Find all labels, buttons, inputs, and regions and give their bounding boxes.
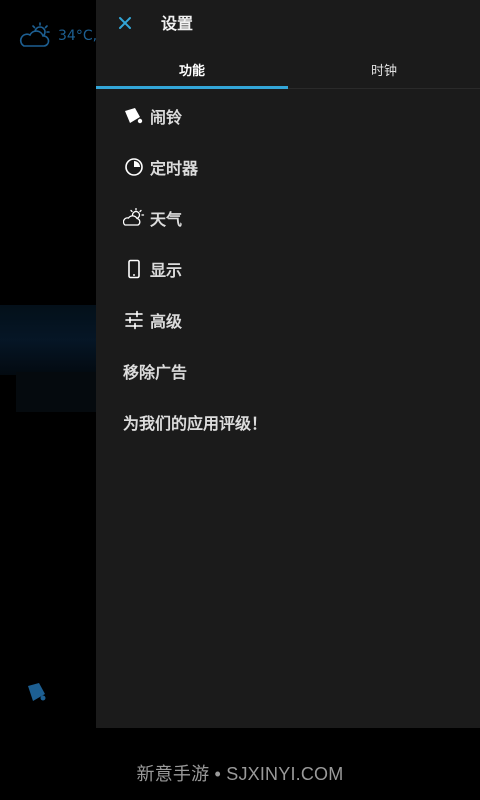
background-image-fragment-lower — [16, 372, 96, 412]
settings-drawer: 设置 功能 时钟 闹铃 定时器 天气 显示 高级 移除广告 为我们的应用评级！ — [96, 0, 480, 728]
menu-item-alarm[interactable]: 闹铃 — [96, 90, 480, 141]
menu-item-display[interactable]: 显示 — [96, 243, 480, 294]
weather-icon — [123, 207, 145, 229]
menu-item-label: 显示 — [150, 260, 183, 280]
menu-item-label: 高级 — [150, 311, 183, 331]
bell-icon — [123, 105, 145, 127]
watermark-text: 新意手游 • SJXINYI.COM — [136, 764, 344, 784]
drawer-header: 设置 — [96, 0, 480, 50]
background-weather[interactable]: 34°C, — [18, 22, 97, 50]
menu-item-label: 定时器 — [150, 158, 199, 178]
menu-item-advanced[interactable]: 高级 — [96, 294, 480, 345]
menu-item-label: 移除广告 — [123, 362, 188, 382]
menu-item-label: 天气 — [150, 209, 183, 229]
phone-icon — [123, 258, 145, 280]
menu-item-timer[interactable]: 定时器 — [96, 141, 480, 192]
cloud-sun-icon — [18, 22, 54, 50]
timer-icon — [123, 156, 145, 178]
tab-clock[interactable]: 时钟 — [288, 50, 480, 88]
sliders-icon — [123, 309, 145, 331]
background-bell-icon[interactable] — [24, 680, 48, 708]
menu-item-remove-ads[interactable]: 移除广告 — [96, 345, 480, 396]
background-image-fragment — [0, 305, 100, 375]
close-icon — [118, 15, 132, 34]
app-screen: 34°C, 设置 功能 时钟 闹铃 定时器 天气 显示 高级 移除广告 为我们的… — [0, 0, 480, 800]
menu-item-label: 为我们的应用评级！ — [123, 413, 268, 433]
menu-item-weather[interactable]: 天气 — [96, 192, 480, 243]
menu-item-label: 闹铃 — [150, 107, 183, 127]
tab-features[interactable]: 功能 — [96, 50, 288, 89]
settings-menu: 闹铃 定时器 天气 显示 高级 移除广告 为我们的应用评级！ — [96, 90, 480, 447]
menu-item-rate-app[interactable]: 为我们的应用评级！ — [96, 396, 480, 447]
drawer-title: 设置 — [161, 14, 194, 33]
background-weather-temp: 34°C, — [58, 28, 98, 44]
drawer-tabs: 功能 时钟 — [96, 50, 480, 89]
close-button[interactable] — [114, 13, 136, 35]
